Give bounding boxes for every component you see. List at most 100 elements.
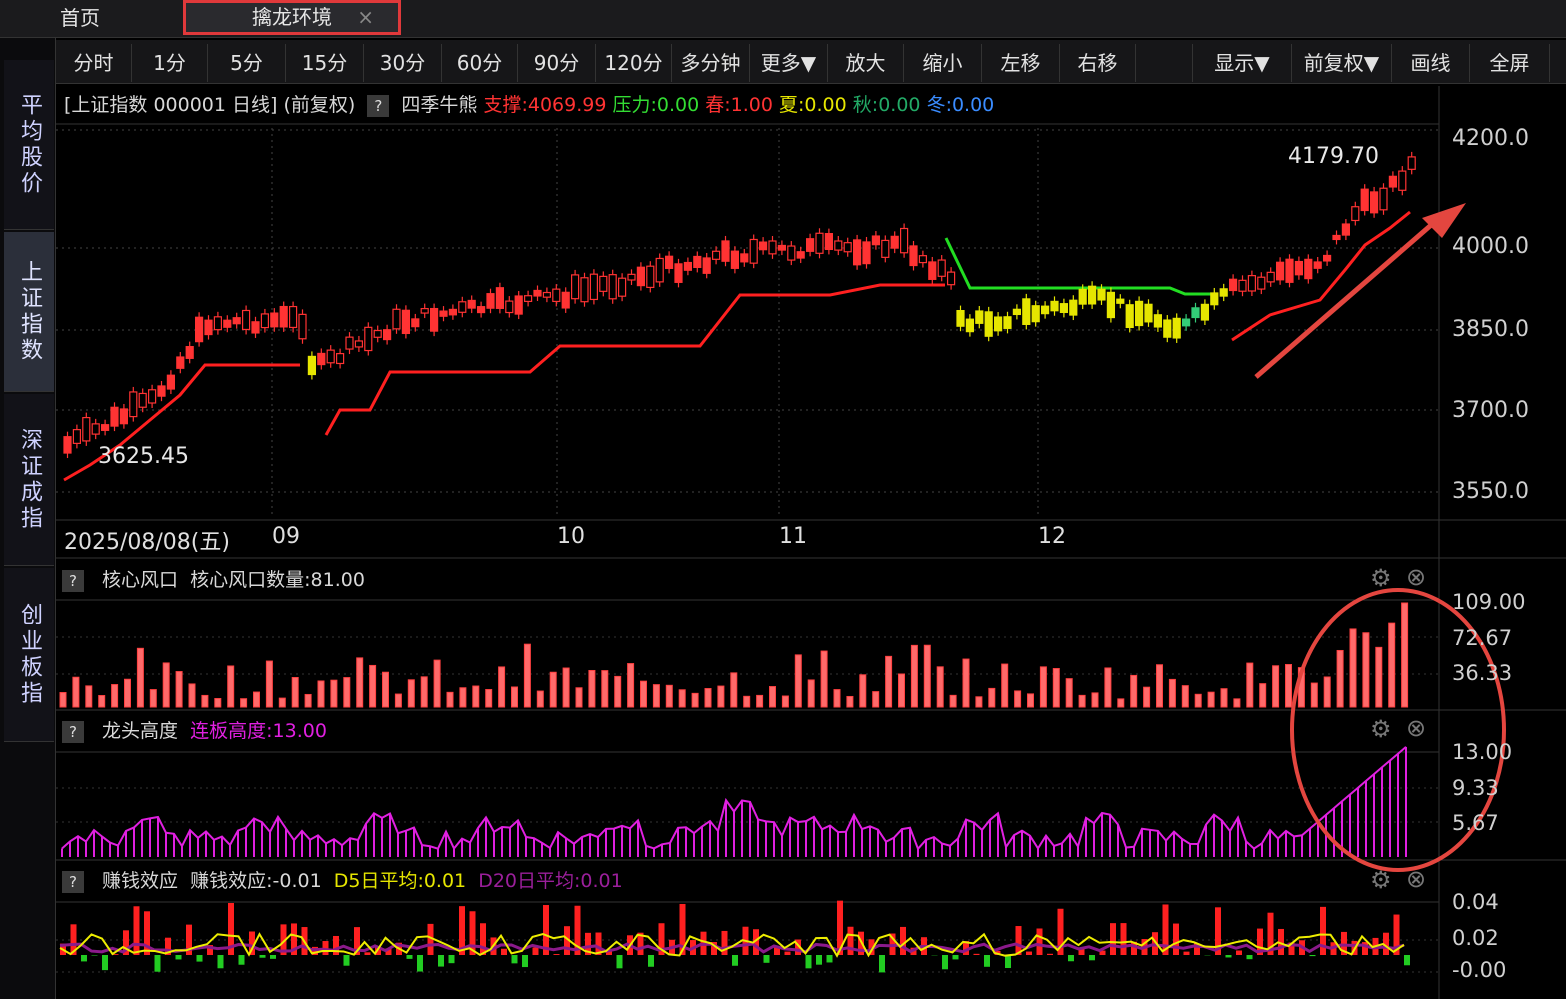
close-icon[interactable]: ⊗ — [1406, 714, 1426, 742]
tab-dragon-environment[interactable]: 擒龙环境 × — [183, 0, 401, 35]
panel3-axis: 0.04 0.02 -0.00 — [1440, 890, 1566, 999]
panel1-bar — [124, 678, 131, 708]
candle — [1398, 170, 1407, 191]
panel3-bar — [417, 955, 423, 972]
panel1-bar — [627, 663, 635, 708]
toolbar-button-intraday[interactable]: 分时 — [56, 44, 132, 82]
gear-icon[interactable]: ⚙ — [1370, 715, 1392, 743]
panel3-bar — [648, 955, 654, 967]
price-tick: 3550.0 — [1452, 479, 1529, 504]
candle — [542, 291, 552, 298]
toolbar-button-move-left[interactable]: 左移 — [982, 44, 1060, 82]
panel3-bar — [1162, 904, 1169, 955]
sidebar-item-label: 平均股价 — [17, 92, 42, 197]
toolbar-button-more[interactable]: 更多▼ — [750, 44, 828, 82]
security-title: [上证指数 000001 日线] — [64, 94, 278, 116]
candle — [260, 313, 269, 329]
sidebar-item-chinext[interactable]: 创业板指 — [4, 568, 54, 742]
toolbar-button-draw[interactable]: 画线 — [1392, 44, 1470, 82]
help-icon[interactable]: ? — [62, 569, 84, 592]
panel1-bar — [498, 666, 506, 708]
toolbar-button-90min[interactable]: 90分 — [518, 44, 596, 82]
panel1-bar — [188, 683, 196, 708]
candle — [505, 300, 514, 314]
panel1-bar — [1297, 667, 1305, 708]
help-icon[interactable]: ? — [62, 870, 84, 893]
candle — [984, 311, 993, 337]
panel3-bar — [543, 905, 549, 955]
close-icon[interactable]: ⊗ — [1406, 865, 1426, 893]
toolbar-button-zoom-in[interactable]: 放大 — [828, 44, 904, 82]
toolbar-button-zoom-out[interactable]: 缩小 — [904, 44, 982, 82]
candle — [1332, 234, 1341, 241]
candle — [1040, 305, 1050, 315]
candle — [589, 273, 599, 301]
close-icon[interactable]: × — [357, 3, 374, 32]
panel1-bar — [588, 669, 596, 708]
panel3-bar — [774, 946, 780, 955]
toolbar-button-display[interactable]: 显示▼ — [1192, 44, 1292, 82]
candle — [373, 329, 382, 338]
toolbar-button-120min[interactable]: 120分 — [596, 44, 672, 82]
date-month-tick: 09 — [272, 524, 300, 549]
toolbar-button-5min[interactable]: 5分 — [208, 44, 286, 82]
panel1-bar — [201, 694, 209, 708]
sidebar-item-shenzhen[interactable]: 深证成指 — [4, 394, 54, 566]
panel1-bar — [704, 688, 712, 708]
panel3-bar — [333, 935, 339, 955]
price-tick: 3850.0 — [1452, 317, 1529, 342]
panel1-bar — [304, 693, 312, 708]
candle — [289, 305, 298, 329]
panel3-bar — [469, 911, 476, 955]
panel3-bar — [1047, 953, 1053, 955]
help-icon[interactable]: ? — [62, 720, 84, 743]
candle — [1003, 316, 1012, 329]
tab-home[interactable]: 首页 — [20, 0, 140, 36]
panel3-bar — [679, 903, 686, 955]
candle — [740, 253, 749, 263]
panel3-bar — [826, 955, 833, 963]
panel3-bar — [532, 947, 539, 955]
candle — [1228, 278, 1238, 292]
toolbar-button-60min[interactable]: 60分 — [442, 44, 518, 82]
panel3-bar — [1173, 923, 1179, 955]
panel3-bar — [133, 906, 140, 955]
candle — [1388, 175, 1398, 188]
panel3-bar — [858, 931, 864, 955]
toolbar-button-15min[interactable]: 15分 — [286, 44, 364, 82]
toolbar-button-fullscreen[interactable]: 全屏 — [1470, 44, 1550, 82]
panel3-bar — [343, 955, 350, 966]
pressure-line — [944, 237, 1218, 296]
panel3-bar — [154, 955, 161, 972]
candle — [298, 313, 307, 340]
panel1-bar — [640, 680, 647, 708]
panel3-bar — [574, 905, 581, 955]
panel3-bar — [490, 937, 497, 955]
toolbar-button-1min[interactable]: 1分 — [132, 44, 208, 82]
candle — [223, 319, 232, 328]
toolbar-button-move-right[interactable]: 右移 — [1060, 44, 1136, 82]
price-tick: 4200.0 — [1452, 126, 1529, 151]
gear-icon[interactable]: ⚙ — [1370, 564, 1392, 592]
panel1-bar — [1078, 694, 1086, 708]
panel3-bar — [805, 955, 812, 969]
panel1-bar — [1272, 665, 1280, 708]
candle — [862, 241, 871, 265]
candle — [204, 319, 213, 336]
panel3-bar — [396, 942, 402, 955]
toolbar-button-multi-min[interactable]: 多分钟 — [672, 44, 750, 82]
help-icon[interactable]: ? — [367, 94, 390, 117]
panel1-bar — [1091, 692, 1099, 708]
panel3-bar — [1057, 908, 1064, 955]
pressure-value: 压力:0.00 — [612, 94, 700, 116]
panel1-bar — [820, 650, 828, 708]
toolbar-button-30min[interactable]: 30分 — [364, 44, 442, 82]
gear-icon[interactable]: ⚙ — [1370, 866, 1392, 894]
panel1-bar — [227, 665, 235, 708]
toolbar-button-adjust[interactable]: 前复权▼ — [1292, 44, 1392, 82]
panel3-bar — [217, 955, 224, 969]
sidebar-item-shanghai[interactable]: 上证指数 — [4, 232, 54, 392]
panel1-bar — [1362, 632, 1370, 708]
sidebar-item-average-price[interactable]: 平均股价 — [4, 60, 54, 230]
close-icon[interactable]: ⊗ — [1406, 563, 1426, 591]
